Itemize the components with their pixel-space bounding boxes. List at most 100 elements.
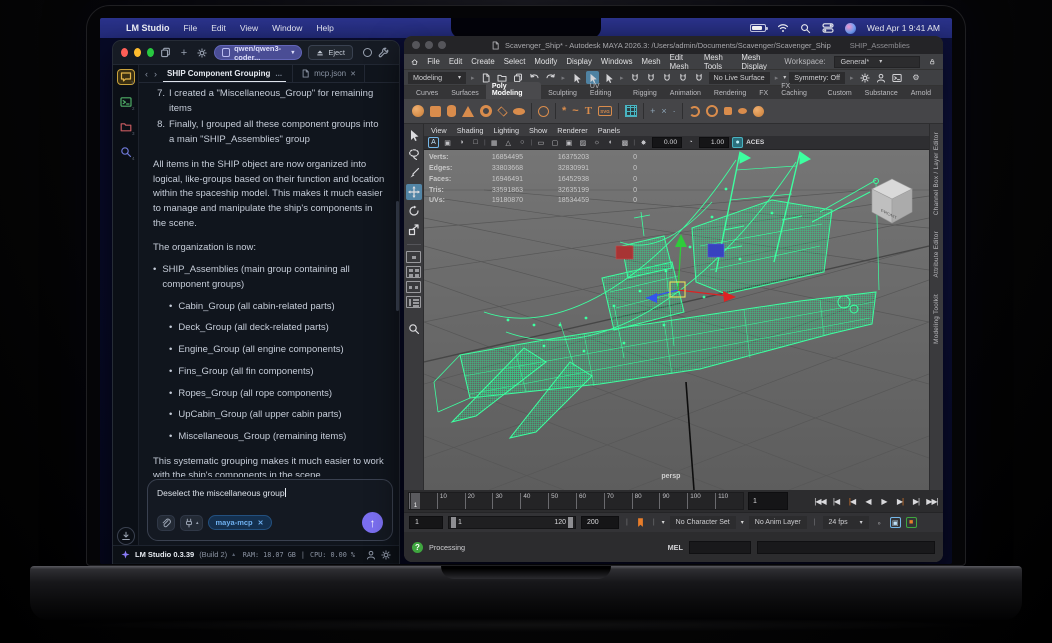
tab-options-icon[interactable]: ...	[275, 69, 282, 78]
go-to-end-button[interactable]: ▶▶|	[925, 497, 939, 506]
snap-point-icon[interactable]	[661, 71, 674, 84]
minimize-window-button[interactable]	[133, 48, 141, 57]
viewport-canvas[interactable]: Verts: 16854495 16375203 0 Edges: 33803668 32…	[424, 150, 929, 490]
chevron-down-icon[interactable]: ▾	[741, 519, 744, 526]
downloads-button[interactable]	[117, 527, 135, 545]
siri-icon[interactable]	[844, 22, 856, 34]
minimize-window-button[interactable]	[425, 41, 433, 49]
panel-menu-view[interactable]: View	[431, 126, 447, 135]
chat-scrollbar[interactable]	[396, 201, 399, 311]
gamma-field[interactable]: 1.00	[699, 137, 730, 148]
exposure-icon[interactable]: ✸	[638, 137, 649, 148]
chevron-up-icon[interactable]: ▴	[232, 551, 235, 558]
panel-menu-lighting[interactable]: Lighting	[493, 126, 519, 135]
lasso-tool[interactable]	[406, 146, 422, 162]
tab-close-icon[interactable]: ✕	[350, 70, 356, 78]
menu-mesh-display[interactable]: Mesh Display	[741, 53, 775, 71]
workspace-selector[interactable]: General* ▾	[834, 55, 921, 68]
blendshape-icon[interactable]	[752, 105, 764, 117]
poly-torus-icon[interactable]	[480, 105, 492, 117]
poly-cone-icon[interactable]	[462, 105, 474, 117]
chat-input[interactable]: Deselect the miscellaneous group	[157, 488, 383, 498]
rotate-tool[interactable]	[406, 203, 422, 219]
layout-outliner-pane[interactable]	[406, 296, 421, 308]
tab-mcp-json[interactable]: mcp.json ✕	[292, 65, 365, 82]
joint-tool-icon[interactable]: +	[650, 106, 655, 116]
zoom-tool[interactable]	[406, 321, 422, 337]
curve-warp-icon[interactable]: ~	[572, 105, 578, 117]
menubar-item-edit[interactable]: Edit	[211, 23, 226, 33]
chip-close-icon[interactable]: ✕	[258, 519, 264, 527]
eject-model-button[interactable]: Eject	[308, 45, 354, 60]
menu-edit[interactable]: Edit	[449, 57, 462, 66]
shelf-tab-poly-modeling[interactable]: Poly Modeling	[485, 82, 542, 99]
platonic-solid-icon[interactable]	[538, 105, 549, 117]
poly-disc-icon[interactable]	[513, 107, 525, 115]
settings-icon[interactable]	[196, 46, 208, 60]
select-tool[interactable]	[406, 127, 422, 143]
2d-pan-zoom-icon[interactable]: △	[503, 137, 514, 148]
shelf-tab-animation[interactable]: Animation	[664, 89, 707, 99]
menu-set-selector[interactable]: Modeling ▾	[408, 71, 466, 84]
remesh-icon[interactable]	[625, 105, 638, 117]
layout-four-pane[interactable]	[406, 266, 421, 278]
locator-icon[interactable]: ·	[673, 106, 676, 116]
nav-forward-icon[interactable]: ›	[154, 69, 157, 79]
image-plane-icon[interactable]: ▦	[489, 137, 500, 148]
colorspace-label[interactable]: ACES	[746, 139, 764, 146]
play-forwards-button[interactable]: ▶	[877, 497, 891, 506]
shelf-tab-substance[interactable]: Substance	[859, 89, 904, 99]
battery-icon[interactable]	[749, 24, 768, 32]
select-hierarchy-icon[interactable]	[570, 71, 583, 84]
model-selector[interactable]: qwen/qwen3-coder... ▾	[214, 44, 303, 62]
shaded-icon[interactable]: ▣	[563, 137, 574, 148]
lock-icon[interactable]	[929, 57, 936, 66]
close-window-button[interactable]	[121, 48, 128, 57]
shelf-tab-curves[interactable]: Curves	[410, 89, 444, 99]
construction-history-icon[interactable]	[859, 71, 872, 84]
menubar-app-name[interactable]: LM Studio	[126, 23, 170, 33]
tab-attribute-editor[interactable]: Attribute Editor	[933, 231, 940, 277]
shelf-tab-rendering[interactable]: Rendering	[708, 89, 752, 99]
menu-mesh-tools[interactable]: Mesh Tools	[704, 53, 733, 71]
poly-cylinder-icon[interactable]	[447, 105, 456, 117]
gamma-icon[interactable]: ◔	[685, 137, 696, 148]
menu-mesh[interactable]: Mesh	[642, 57, 661, 66]
go-to-start-button[interactable]: |◀◀	[813, 497, 827, 506]
menu-modify[interactable]: Modify	[534, 57, 557, 66]
bend-deformer-icon[interactable]	[688, 105, 700, 117]
control-center-icon[interactable]	[822, 22, 834, 34]
layout-two-pane[interactable]	[406, 281, 421, 293]
close-window-button[interactable]	[412, 41, 420, 49]
type-tool-icon[interactable]: T	[585, 105, 592, 117]
panel-menu-shading[interactable]: Shading	[457, 126, 484, 135]
shelf-tab-uv-editing[interactable]: UV Editing	[584, 82, 626, 99]
sidebar-item-models[interactable]: 3	[117, 119, 135, 136]
tab-channel-box[interactable]: Channel Box / Layer Editor	[933, 132, 940, 215]
menu-edit-mesh[interactable]: Edit Mesh	[670, 53, 695, 71]
menubar-item-help[interactable]: Help	[316, 23, 333, 33]
report-icon[interactable]	[359, 46, 375, 60]
sidebar-item-chat[interactable]: 1	[116, 69, 135, 85]
loop-mode-icon[interactable]: ◦	[874, 517, 885, 528]
shelf-tab-fx[interactable]: FX	[753, 89, 774, 99]
lights-icon[interactable]: ☼	[591, 137, 602, 148]
layout-single-pane[interactable]	[406, 251, 421, 263]
range-end-grip[interactable]	[568, 517, 573, 528]
zoom-window-button[interactable]	[146, 48, 154, 57]
fps-selector[interactable]: 24 fps ▾	[822, 516, 869, 529]
auto-key-icon[interactable]: ▣	[889, 517, 901, 528]
current-frame-field[interactable]: 1	[748, 492, 788, 510]
wireframe-icon[interactable]: ▢	[549, 137, 560, 148]
ipr-render-icon[interactable]	[891, 71, 904, 84]
panel-menu-panels[interactable]: Panels	[598, 126, 620, 135]
isolate-select-icon[interactable]: ▭	[535, 137, 546, 148]
camera-attributes-icon[interactable]: ◑	[456, 137, 467, 148]
home-icon[interactable]	[411, 57, 418, 67]
help-icon[interactable]: ?	[412, 541, 423, 553]
ik-handle-icon[interactable]: ×	[661, 106, 666, 116]
menu-display[interactable]: Display	[566, 57, 592, 66]
poly-plane-icon[interactable]	[497, 105, 508, 117]
panel-menu-show[interactable]: Show	[529, 126, 547, 135]
menubar-clock[interactable]: Wed Apr 1 9:41 AM	[867, 23, 940, 33]
